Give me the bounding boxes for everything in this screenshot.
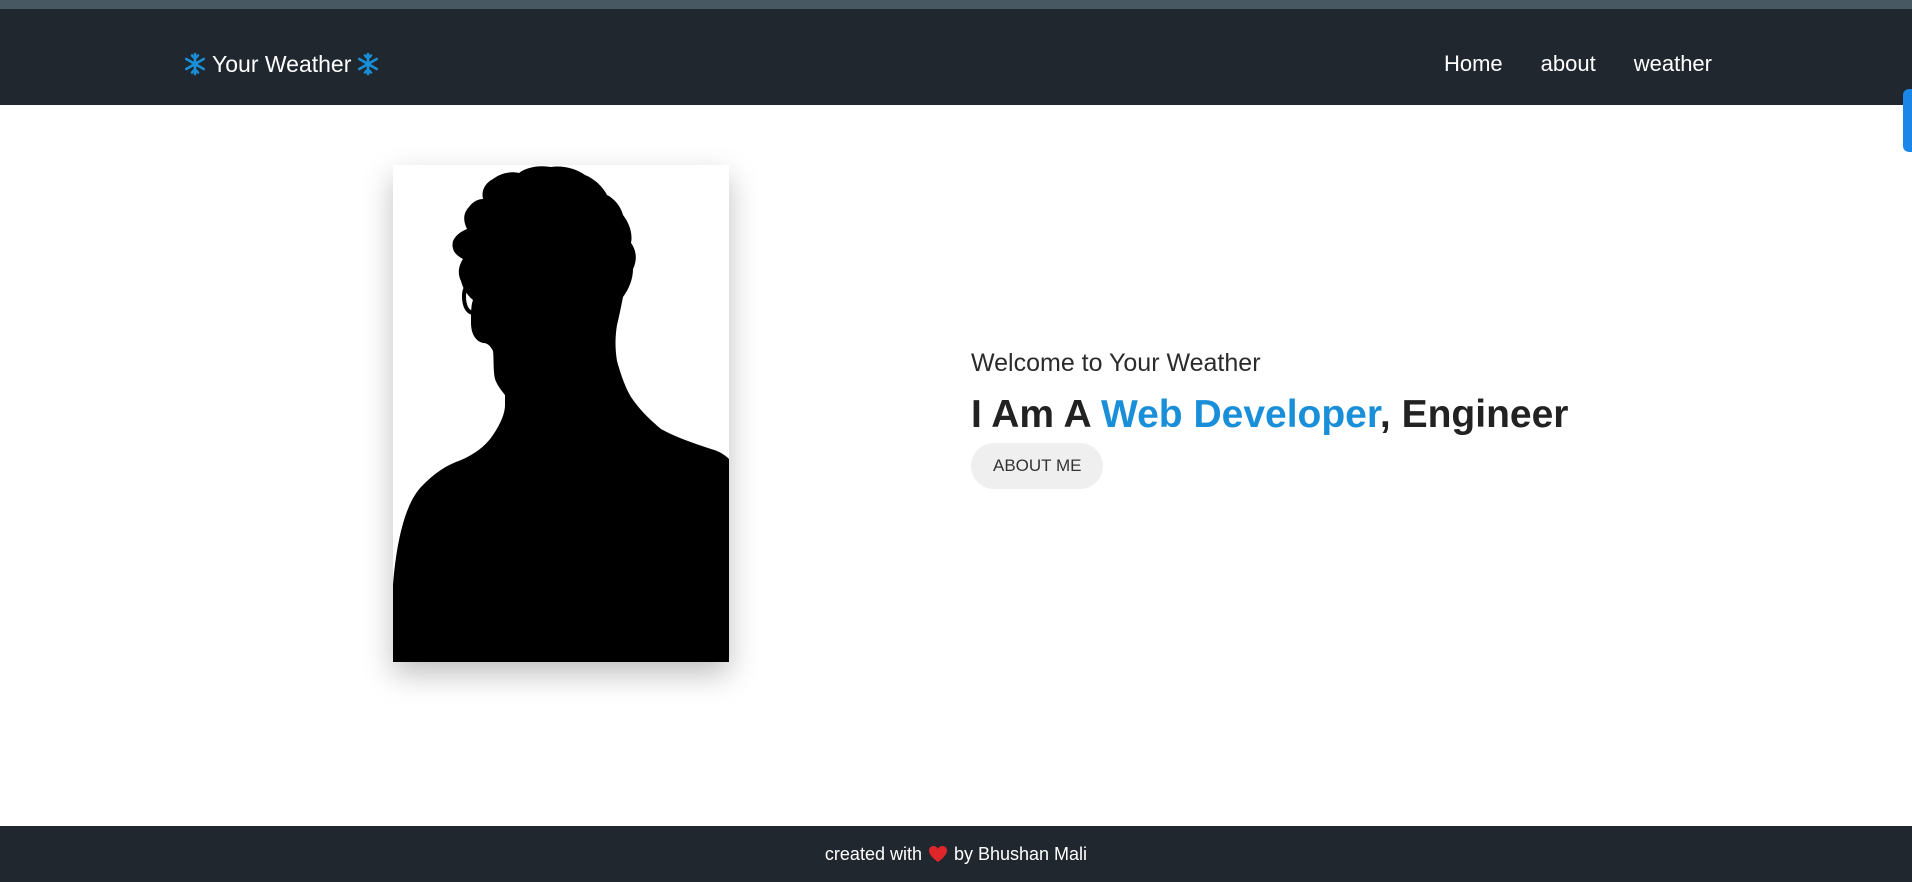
- welcome-text: Welcome to Your Weather: [971, 349, 1261, 377]
- silhouette-portrait: [393, 165, 729, 662]
- footer: created with by Bhushan Mali: [0, 826, 1912, 882]
- headline-accent: Web Developer: [1101, 393, 1380, 436]
- heart-icon: [928, 845, 948, 863]
- hero-section: Welcome to Your Weather I Am A Web Devel…: [971, 345, 1568, 489]
- top-strip: [0, 0, 1912, 9]
- brand-link[interactable]: Your Weather: [183, 44, 380, 84]
- nav-about-link[interactable]: about: [1541, 44, 1596, 84]
- footer-text-before: created with: [824, 843, 922, 864]
- nav-weather-link[interactable]: weather: [1634, 44, 1712, 84]
- side-scroll-tab[interactable]: [1903, 89, 1912, 152]
- nav-home-link[interactable]: Home: [1444, 44, 1503, 84]
- about-me-button[interactable]: ABOUT ME: [971, 443, 1104, 489]
- navbar: Your Weather Home about weather: [0, 9, 1912, 105]
- snowflake-icon: [356, 52, 380, 76]
- headline-suffix: , Engineer: [1379, 393, 1569, 436]
- snowflake-icon: [183, 52, 207, 76]
- nav-links: Home about weather: [1444, 44, 1712, 84]
- footer-text-after: by Bhushan Mali: [953, 843, 1088, 864]
- headline: I Am A Web Developer, Engineer: [971, 393, 1568, 437]
- headline-prefix: I Am A: [971, 393, 1102, 436]
- brand-label: Your Weather: [212, 50, 352, 77]
